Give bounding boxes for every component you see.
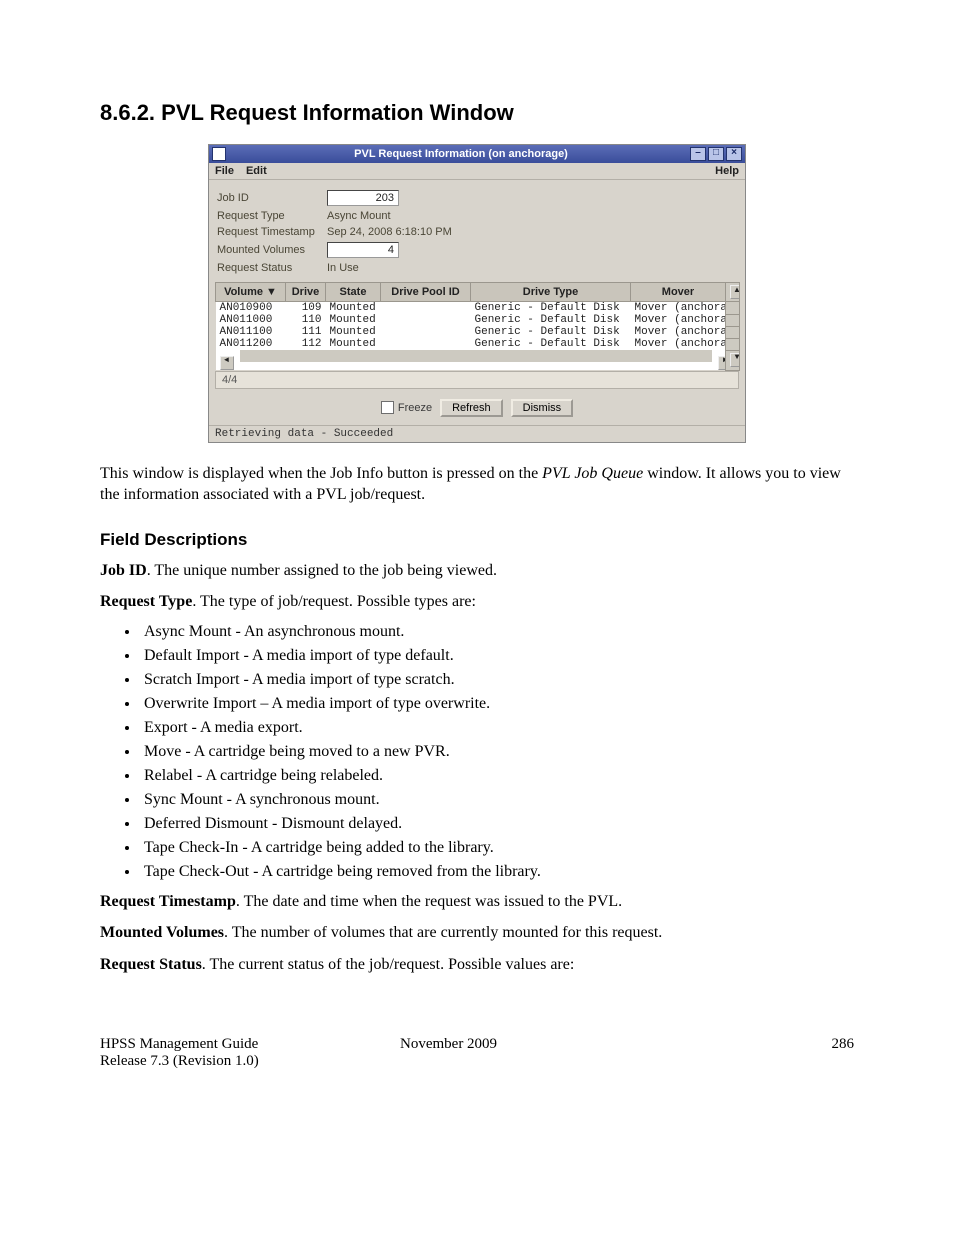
freeze-label: Freeze <box>398 402 432 414</box>
desc-request-timestamp: Request Timestamp. The date and time whe… <box>100 891 854 913</box>
col-volume[interactable]: Volume ▼ <box>216 283 286 302</box>
list-item: Move - A cartridge being moved to a new … <box>140 743 854 761</box>
intro-paragraph: This window is displayed when the Job In… <box>100 463 854 506</box>
pvl-request-window: PVL Request Information (on anchorage) –… <box>208 144 746 443</box>
list-item: Tape Check-In - A cartridge being added … <box>140 839 854 857</box>
list-item: Tape Check-Out - A cartridge being remov… <box>140 863 854 881</box>
footer-date: November 2009 <box>400 1036 794 1070</box>
value-request-status: In Use <box>327 262 359 274</box>
label-request-timestamp: Request Timestamp <box>217 226 327 238</box>
footer-page: 286 <box>794 1036 854 1070</box>
close-icon[interactable]: × <box>726 147 742 161</box>
freeze-checkbox[interactable]: Freeze <box>381 401 432 414</box>
value-request-type: Async Mount <box>327 210 391 222</box>
refresh-button[interactable]: Refresh <box>440 399 503 417</box>
footer-guide: HPSS Management Guide <box>100 1036 400 1053</box>
scroll-down-button[interactable]: ▼ <box>726 350 740 370</box>
col-mover[interactable]: Mover <box>631 283 726 302</box>
table-row[interactable]: AN010900109MountedGeneric - Default Disk… <box>216 302 740 315</box>
label-mounted-volumes: Mounted Volumes <box>217 244 327 256</box>
button-row: Freeze Refresh Dismiss <box>209 389 745 425</box>
checkbox-icon <box>381 401 394 414</box>
scroll-left-button[interactable]: ◄ <box>220 356 234 370</box>
minimize-icon[interactable]: – <box>690 147 706 161</box>
request-types-list: Async Mount - An asynchronous mount. Defa… <box>140 623 854 881</box>
value-request-timestamp: Sep 24, 2008 6:18:10 PM <box>327 226 452 238</box>
table-row[interactable]: AN011000110MountedGeneric - Default Disk… <box>216 314 740 326</box>
list-item: Relabel - A cartridge being relabeled. <box>140 767 854 785</box>
list-item: Sync Mount - A synchronous mount. <box>140 791 854 809</box>
volumes-table: Volume ▼ Drive State Drive Pool ID Drive… <box>215 282 740 371</box>
statusbar: Retrieving data - Succeeded <box>209 425 745 442</box>
label-request-type: Request Type <box>217 210 327 222</box>
desc-request-status: Request Status. The current status of th… <box>100 954 854 976</box>
scroll-up-button[interactable]: ▲ <box>726 283 740 302</box>
menu-help[interactable]: Help <box>715 165 739 177</box>
col-state[interactable]: State <box>326 283 381 302</box>
scroll-right-button[interactable]: ► <box>718 356 725 370</box>
desc-job-id: Job ID. The unique number assigned to th… <box>100 560 854 582</box>
list-item: Overwrite Import – A media import of typ… <box>140 695 854 713</box>
form-area: Job ID 203 Request Type Async Mount Requ… <box>209 180 745 282</box>
footer-release: Release 7.3 (Revision 1.0) <box>100 1053 400 1070</box>
list-item: Default Import - A media import of type … <box>140 647 854 665</box>
window-title: PVL Request Information (on anchorage) <box>232 148 690 160</box>
desc-mounted-volumes: Mounted Volumes. The number of volumes t… <box>100 922 854 944</box>
list-item: Scratch Import - A media import of type … <box>140 671 854 689</box>
list-item: Async Mount - An asynchronous mount. <box>140 623 854 641</box>
menu-file[interactable]: File <box>215 165 234 177</box>
label-job-id: Job ID <box>217 192 327 204</box>
field-descriptions-heading: Field Descriptions <box>100 530 854 550</box>
label-request-status: Request Status <box>217 262 327 274</box>
menubar: File Edit Help <box>209 163 745 180</box>
list-item: Deferred Dismount - Dismount delayed. <box>140 815 854 833</box>
section-heading: 8.6.2. PVL Request Information Window <box>100 100 854 126</box>
titlebar: PVL Request Information (on anchorage) –… <box>209 145 745 163</box>
page-footer: HPSS Management Guide Release 7.3 (Revis… <box>100 1036 854 1070</box>
desc-request-type: Request Type. The type of job/request. P… <box>100 591 854 613</box>
field-mounted-volumes[interactable]: 4 <box>327 242 399 258</box>
maximize-icon[interactable]: □ <box>708 147 724 161</box>
menu-edit[interactable]: Edit <box>246 165 267 177</box>
col-pool[interactable]: Drive Pool ID <box>381 283 471 302</box>
list-item: Export - A media export. <box>140 719 854 737</box>
system-menu-icon[interactable] <box>212 147 226 161</box>
row-counter: 4/4 <box>215 371 739 389</box>
field-job-id[interactable]: 203 <box>327 190 399 206</box>
dismiss-button[interactable]: Dismiss <box>511 399 574 417</box>
table-row[interactable]: AN011200112MountedGeneric - Default Disk… <box>216 338 740 350</box>
table-row[interactable]: AN011100111MountedGeneric - Default Disk… <box>216 326 740 338</box>
col-type[interactable]: Drive Type <box>471 283 631 302</box>
col-drive[interactable]: Drive <box>286 283 326 302</box>
hscroll-track[interactable]: ◄ ► <box>216 350 726 370</box>
